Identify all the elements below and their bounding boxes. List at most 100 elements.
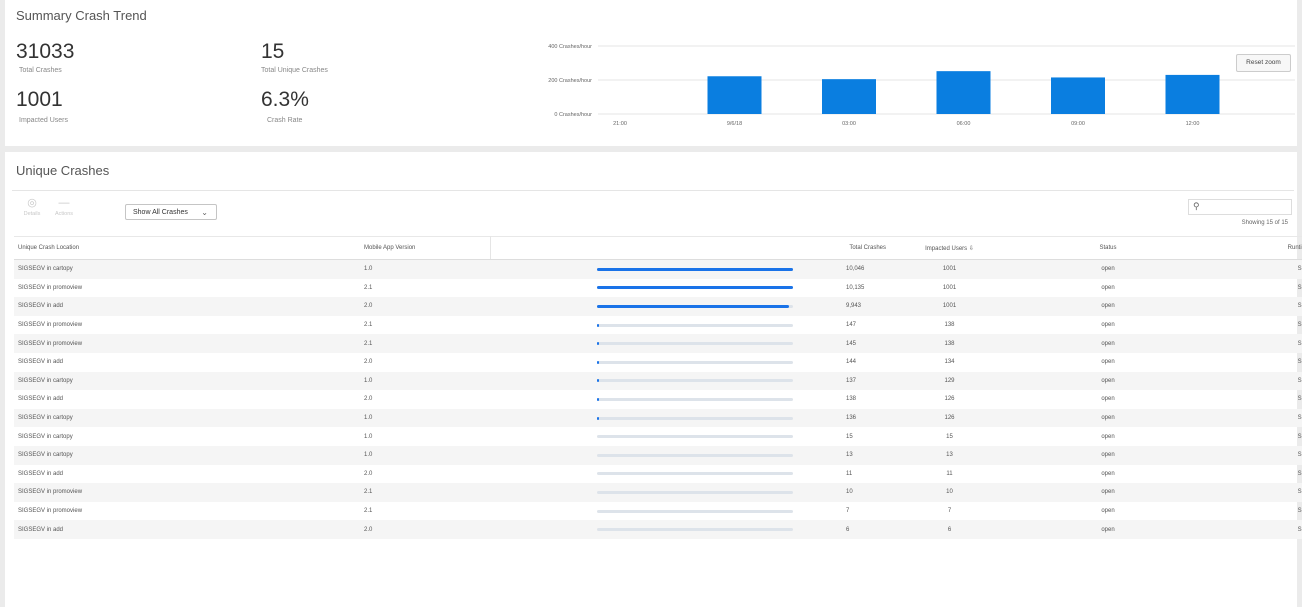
cell-total-bar — [491, 427, 841, 446]
show-all-crashes-dropdown[interactable]: Show All Crashes ⌄ — [125, 204, 217, 220]
cell-location[interactable]: SIGSEGV in promoview — [14, 502, 364, 521]
cell-total: 9,943 — [840, 297, 887, 316]
table-row[interactable]: SIGSEGV in cartopy1.0 136126openSDK — [14, 408, 1302, 428]
table-row[interactable]: SIGSEGV in add2.0 144 134 open SDK — [14, 353, 1302, 372]
cell-version: 1.0 — [364, 445, 491, 465]
total-bar-track — [596, 286, 793, 290]
cell-location[interactable]: SIGSEGV in promoview — [14, 279, 364, 298]
chart-bar[interactable] — [936, 71, 991, 114]
cell-runtime: SDK — [1297, 284, 1302, 291]
table-row[interactable]: SIGSEGV in cartopy1.0 137129openSDK — [14, 371, 1302, 391]
chart-bar[interactable] — [1051, 77, 1105, 114]
cell-location[interactable]: SIGSEGV in cartopy — [14, 408, 364, 428]
table-row[interactable]: SIGSEGV in promoview2.1 145138openSDK — [14, 334, 1302, 353]
cell-impacted: 10 — [887, 483, 1012, 502]
reset-zoom-button[interactable]: Reset zoom — [1236, 54, 1291, 72]
cell-location[interactable]: SIGSEGV in add — [14, 353, 364, 372]
cell-total: 10,046 — [840, 259, 887, 279]
column-header-impacted[interactable]: Impacted Users ⇩ — [887, 236, 1012, 260]
cell-impacted: 1001 — [942, 284, 957, 291]
cell-location[interactable]: SIGSEGV in cartopy — [14, 259, 364, 279]
total-crashes-value: 31033 — [16, 40, 75, 63]
cell-runtime: SDK — [1204, 371, 1302, 391]
cell-version: 2.1 — [364, 322, 373, 329]
table-row[interactable]: SIGSEGV in cartopy1.0 10,0461001openSDK — [14, 259, 1302, 279]
cell-status: open — [1012, 334, 1204, 353]
cell-runtime: SDK — [1297, 396, 1302, 403]
table-row[interactable]: SIGSEGV in add2.0 138 126 open SDK — [14, 390, 1302, 409]
cell-runtime: SDK — [1204, 259, 1302, 279]
cell-runtime: SDK — [1204, 520, 1302, 539]
cell-location[interactable]: SIGSEGV in add — [14, 465, 364, 484]
cell-total-bar — [491, 502, 841, 521]
details-button[interactable]: ◎ Details — [18, 197, 46, 217]
cell-location[interactable]: SIGSEGV in add — [14, 297, 364, 316]
table-row[interactable]: SIGSEGV in cartopy1.0 15 15 open SDK — [14, 427, 1302, 446]
cell-version: 1.0 — [364, 371, 491, 391]
cell-total: 136 — [840, 408, 887, 428]
column-header-bar — [490, 236, 840, 260]
total-bar-track — [596, 323, 793, 327]
chevron-down-icon: ⌄ — [201, 208, 208, 217]
actions-button[interactable]: — Actions — [50, 197, 78, 217]
cell-runtime: SDK — [1297, 359, 1302, 366]
table-row[interactable]: SIGSEGV in add2.066openSDK — [14, 520, 1302, 539]
column-header-location[interactable]: Unique Crash Location — [14, 236, 364, 260]
cell-status: open — [1101, 508, 1115, 515]
unique-crashes-value: 15 — [261, 40, 285, 63]
table-row[interactable]: SIGSEGV in add2.0 9,9431001openSDK — [14, 297, 1302, 316]
crash-trend-chart[interactable]: 400 Crashes/hour 200 Crashes/hour 0 Crashe… — [510, 38, 1295, 138]
cell-status: open — [1101, 322, 1115, 329]
chart-bar[interactable] — [1165, 74, 1220, 114]
cell-location[interactable]: SIGSEGV in add — [14, 520, 364, 539]
cell-status: open — [1012, 297, 1204, 316]
chart-bar[interactable] — [822, 79, 876, 114]
table-header-row: Unique Crash Location Mobile App Version… — [14, 236, 1302, 260]
table-row[interactable]: SIGSEGV in promoview2.1 147 138 open SDK — [14, 316, 1302, 335]
column-header-version[interactable]: Mobile App Version — [364, 236, 491, 260]
cell-impacted: 126 — [944, 396, 955, 403]
table-row[interactable]: SIGSEGV in promoview2.1 10,135 1001 open SDK — [14, 279, 1302, 298]
cell-location[interactable]: SIGSEGV in cartopy — [14, 445, 364, 465]
table-row[interactable]: SIGSEGV in cartopy1.01313openSDK — [14, 445, 1302, 465]
summary-title: Summary Crash Trend — [16, 8, 147, 23]
cell-location[interactable]: SIGSEGV in cartopy — [14, 371, 364, 391]
cell-location[interactable]: SIGSEGV in promoview — [14, 334, 364, 353]
chart-bar[interactable] — [707, 76, 762, 114]
cell-runtime: SDK — [1204, 445, 1302, 465]
search-input[interactable]: ⚲ — [1188, 199, 1292, 215]
table-row[interactable]: SIGSEGV in promoview2.1 7 7 open SDK — [14, 502, 1302, 521]
crashes-table-body: SIGSEGV in cartopy1.010,0461001openSDKSI… — [14, 259, 1302, 539]
cell-location[interactable]: SIGSEGV in promoview — [14, 316, 364, 335]
cell-total-bar — [491, 279, 841, 298]
cell-total: 15 — [846, 433, 853, 440]
x-tick-label: 9/6/18 — [727, 121, 742, 127]
cell-version: 2.0 — [364, 359, 373, 366]
cell-version: 2.1 — [364, 483, 491, 502]
table-row[interactable]: SIGSEGV in promoview2.11010openSDK — [14, 483, 1302, 502]
cell-version: 1.0 — [364, 408, 491, 428]
cell-impacted: 126 — [887, 408, 1012, 428]
cell-impacted: 134 — [944, 359, 955, 366]
cell-location[interactable]: SIGSEGV in cartopy — [14, 427, 364, 446]
column-header-runtime[interactable]: Runtime — [1204, 236, 1302, 260]
cell-total-bar — [491, 390, 841, 409]
total-bar-fill — [596, 342, 600, 346]
cell-total: 147 — [846, 322, 857, 329]
cell-status: open — [1012, 259, 1204, 279]
cell-runtime: SDK — [1204, 483, 1302, 502]
cell-status: open — [1101, 284, 1115, 291]
cell-impacted: 129 — [887, 371, 1012, 391]
cell-location[interactable]: SIGSEGV in promoview — [14, 483, 364, 502]
cell-location[interactable]: SIGSEGV in add — [14, 390, 364, 409]
dash-icon: — — [58, 197, 70, 209]
column-header-status[interactable]: Status — [1012, 236, 1204, 260]
cell-status: open — [1012, 520, 1204, 539]
cell-version: 2.0 — [364, 520, 491, 539]
search-icon: ⚲ — [1193, 201, 1200, 211]
cell-runtime: SDK — [1297, 508, 1302, 515]
crash-rate-label: Crash Rate — [267, 117, 303, 124]
column-header-total[interactable]: Total Crashes — [840, 236, 887, 260]
total-bar-track — [596, 416, 793, 420]
table-row[interactable]: SIGSEGV in add2.0 11 11 open SDK — [14, 465, 1302, 484]
